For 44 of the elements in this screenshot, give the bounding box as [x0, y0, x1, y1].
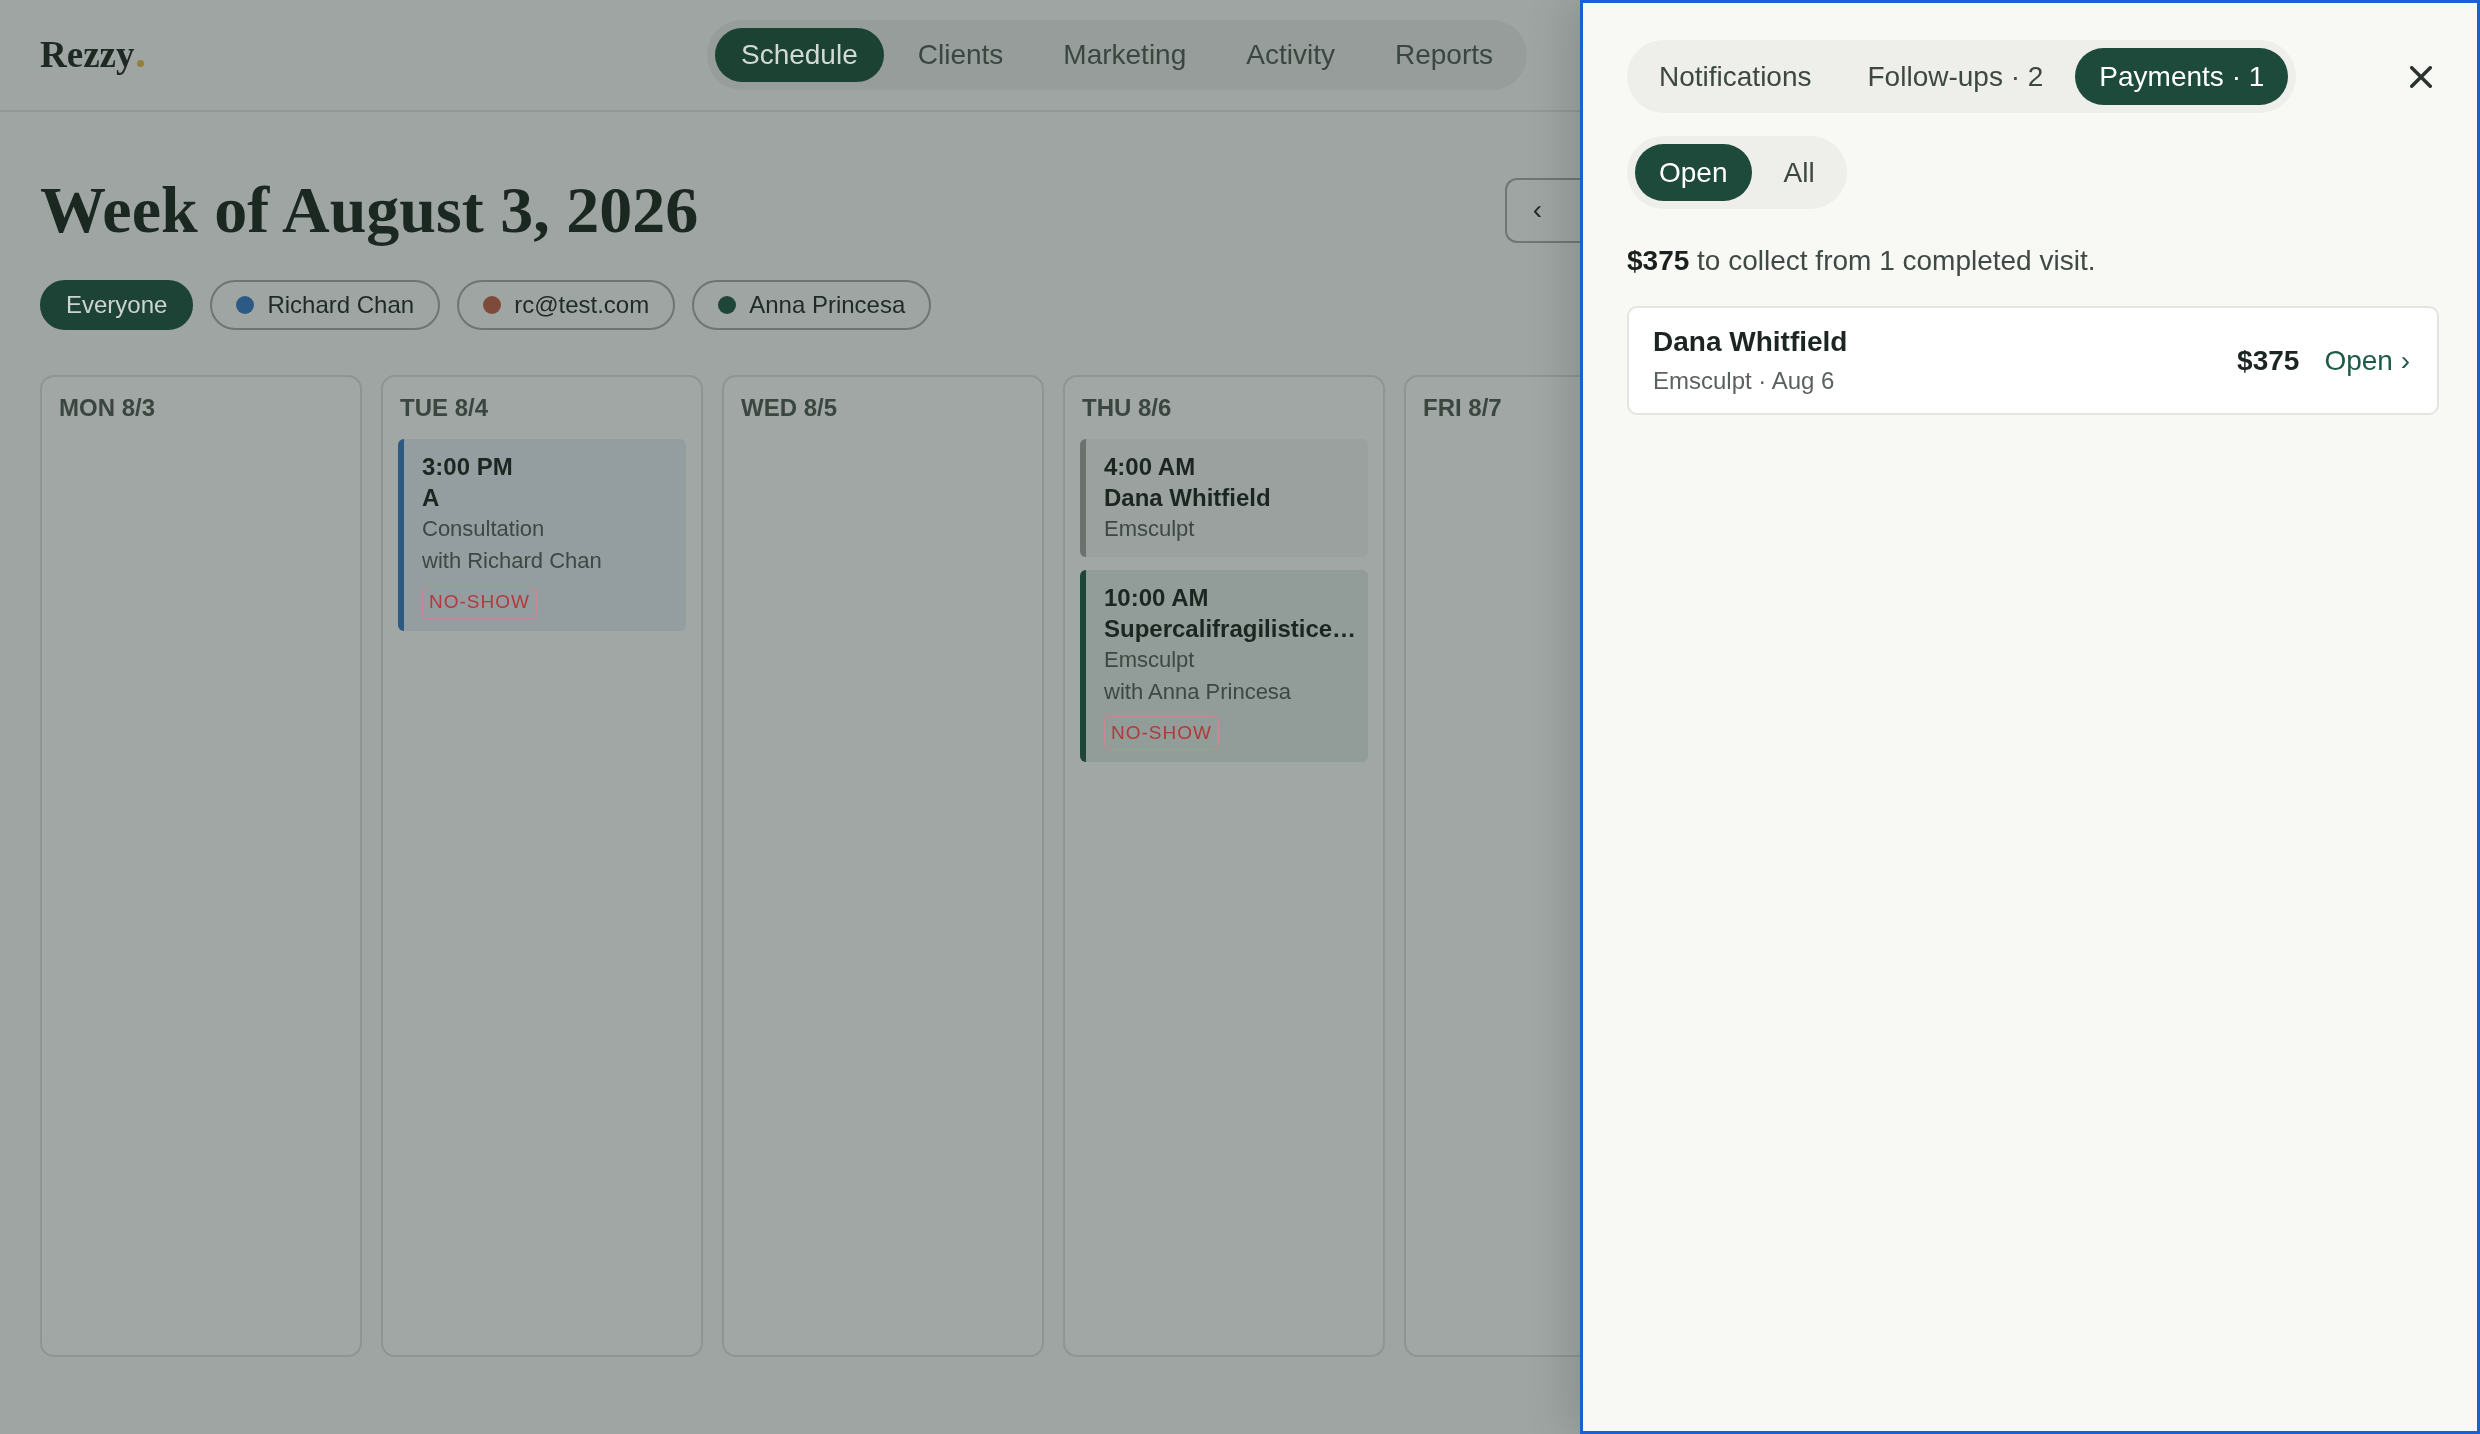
nav-tab[interactable]: Marketing	[1037, 28, 1213, 82]
toggle-option[interactable]: All	[1759, 144, 1839, 201]
filter-chip[interactable]: Richard Chan	[210, 280, 441, 330]
visit-detail: Emsculpt · Aug 6	[1653, 365, 1836, 396]
day-label: WED 8/5	[740, 393, 838, 423]
filter-chip[interactable]: Everyone	[40, 280, 194, 330]
open-link[interactable]: Open ›	[2324, 344, 2410, 377]
service-name: Emsculpt	[1104, 515, 1195, 543]
nav-tab[interactable]: Activity	[1220, 28, 1361, 82]
client-name: A	[422, 483, 440, 513]
appointment-card[interactable]: 10:00 AM Supercalifragilistice… Emsculpt with Anna Princesa NO-SHOW	[1080, 570, 1368, 762]
day-label: THU 8/6	[1081, 393, 1172, 423]
logo-dot-icon	[136, 60, 144, 67]
day-label: MON 8/3	[58, 393, 156, 423]
day-label: TUE 8/4	[399, 393, 489, 423]
service-name: Emsculpt	[1104, 646, 1195, 674]
filter-chip[interactable]: rc@test.com	[457, 280, 676, 330]
panel-tab[interactable]: Follow-ups · 2	[1843, 48, 2068, 105]
toggle-option[interactable]: Open	[1635, 144, 1752, 201]
panel-tab[interactable]: Payments · 1	[2075, 48, 2289, 105]
day-label: FRI 8/7	[1422, 393, 1502, 423]
logo-wordmark: Rezzy	[40, 33, 135, 77]
nav-tab[interactable]: Reports	[1368, 28, 1519, 82]
appointment-time: 4:00 AM	[1104, 452, 1196, 482]
status-badge: NO-SHOW	[1104, 716, 1219, 750]
service-name: Consultation	[422, 515, 545, 543]
payment-amount: $375	[2237, 344, 2300, 377]
appointment-time: 10:00 AM	[1104, 583, 1209, 613]
client-name: Supercalifragilistice…	[1104, 614, 1357, 644]
week-title: Week of August 3, 2026	[40, 172, 699, 248]
appointment-card[interactable]: 4:00 AM Dana Whitfield Emsculpt	[1080, 439, 1368, 557]
nav-tab[interactable]: Clients	[891, 28, 1030, 82]
client-name: Dana Whitfield	[1104, 483, 1271, 513]
close-icon	[2410, 65, 2432, 88]
nav-tab[interactable]: Schedule	[714, 28, 884, 82]
staff-name: with Anna Princesa	[1104, 678, 1292, 706]
payment-summary: $375 to collect from 1 completed visit.	[1627, 244, 2097, 278]
appointment-time: 3:00 PM	[422, 452, 513, 482]
staff-name: with Richard Chan	[422, 547, 602, 575]
status-badge: NO-SHOW	[422, 585, 537, 619]
panel-tab[interactable]: Notifications	[1635, 48, 1836, 105]
client-name: Dana Whitfield	[1653, 324, 1848, 359]
appointment-card[interactable]: 3:00 PM A Consultation with Richard Chan NO-SHOW	[398, 439, 686, 631]
filter-chip[interactable]: Anna Princesa	[692, 280, 932, 330]
